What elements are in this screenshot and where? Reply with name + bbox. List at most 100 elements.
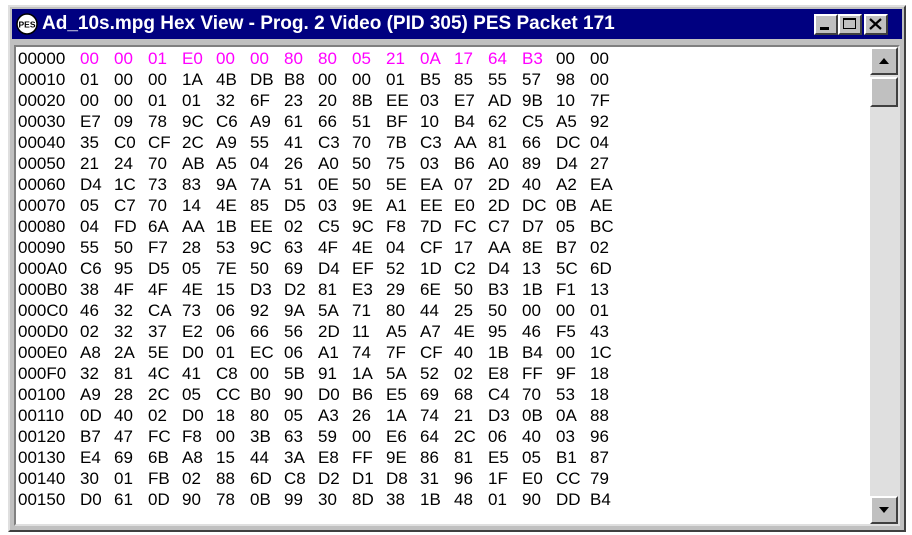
hex-byte[interactable]: CF xyxy=(420,237,454,258)
hex-byte[interactable]: CF xyxy=(420,342,454,363)
hex-byte[interactable]: D7 xyxy=(522,216,556,237)
hex-byte[interactable]: 06 xyxy=(216,300,250,321)
hex-byte[interactable]: 17 xyxy=(454,237,488,258)
hex-byte[interactable]: D1 xyxy=(352,468,386,489)
hex-byte[interactable]: CF xyxy=(148,132,182,153)
hex-byte[interactable]: 95 xyxy=(114,258,148,279)
hex-row[interactable]: 000A0 C6 95 D5 05 7E 50 69 D4 EF 52 1D C2 D4 13 5C 6D xyxy=(18,258,624,279)
hex-byte[interactable]: 0D xyxy=(80,405,114,426)
hex-byte[interactable]: B3 xyxy=(522,48,556,69)
hex-byte[interactable]: 8B xyxy=(352,90,386,111)
hex-byte[interactable]: DB xyxy=(250,69,284,90)
hex-row[interactable]: 00090 55 50 F7 28 53 9C 63 4F 4E 04 CF 17 AA 8E B7 02 xyxy=(18,237,624,258)
hex-byte[interactable]: BF xyxy=(386,111,420,132)
hex-byte[interactable]: 61 xyxy=(114,489,148,510)
hex-byte[interactable]: 10 xyxy=(556,90,590,111)
hex-byte[interactable]: D8 xyxy=(386,468,420,489)
hex-byte[interactable]: AD xyxy=(488,90,522,111)
hex-row[interactable]: 00110 0D 40 02 D0 18 80 05 A3 26 1A 74 21 D3 0B 0A 88 xyxy=(18,405,624,426)
hex-byte[interactable]: D4 xyxy=(318,258,352,279)
hex-byte[interactable]: F1 xyxy=(556,279,590,300)
hex-byte[interactable]: E7 xyxy=(80,111,114,132)
hex-byte[interactable]: 50 xyxy=(488,300,522,321)
hex-byte[interactable]: 81 xyxy=(488,132,522,153)
hex-row[interactable]: 000F0 32 81 4C 41 C8 00 5B 91 1A 5A 52 02 E8 FF 9F 18 xyxy=(18,363,624,384)
hex-byte[interactable]: 61 xyxy=(284,111,318,132)
hex-byte[interactable]: 05 xyxy=(284,405,318,426)
hex-byte[interactable]: EC xyxy=(250,342,284,363)
hex-byte[interactable]: 02 xyxy=(80,321,114,342)
hex-byte[interactable]: 9C xyxy=(250,237,284,258)
hex-byte[interactable]: 41 xyxy=(182,363,216,384)
vertical-scrollbar[interactable] xyxy=(870,47,898,524)
hex-byte[interactable]: EA xyxy=(590,174,624,195)
hex-byte[interactable]: 57 xyxy=(522,69,556,90)
hex-byte[interactable]: 90 xyxy=(522,489,556,510)
hex-byte[interactable]: 5A xyxy=(386,363,420,384)
hex-byte[interactable]: FD xyxy=(114,216,148,237)
hex-byte[interactable]: C2 xyxy=(454,258,488,279)
hex-byte[interactable]: 46 xyxy=(522,321,556,342)
hex-row[interactable]: 000D0 02 32 37 E2 06 66 56 2D 11 A5 A7 4E 95 46 F5 43 xyxy=(18,321,624,342)
hex-byte[interactable]: 66 xyxy=(318,111,352,132)
hex-byte[interactable]: 43 xyxy=(590,321,624,342)
hex-byte[interactable]: B7 xyxy=(80,426,114,447)
hex-byte[interactable]: 00 xyxy=(352,426,386,447)
hex-byte[interactable]: 01 xyxy=(216,342,250,363)
hex-byte[interactable]: 40 xyxy=(114,405,148,426)
hex-byte[interactable]: 2A xyxy=(114,342,148,363)
hex-byte[interactable]: DD xyxy=(556,489,590,510)
hex-byte[interactable]: B4 xyxy=(522,342,556,363)
hex-byte[interactable]: 53 xyxy=(556,384,590,405)
hex-byte[interactable]: 00 xyxy=(114,90,148,111)
hex-byte[interactable]: 51 xyxy=(352,111,386,132)
hex-byte[interactable]: 25 xyxy=(454,300,488,321)
hex-row[interactable]: 00120 B7 47 FC F8 00 3B 63 59 00 E6 64 2C 06 40 03 96 xyxy=(18,426,624,447)
hex-byte[interactable]: 35 xyxy=(80,132,114,153)
hex-byte[interactable]: 02 xyxy=(454,363,488,384)
hex-byte[interactable]: 07 xyxy=(454,174,488,195)
hex-byte[interactable]: D3 xyxy=(488,405,522,426)
hex-byte[interactable]: 29 xyxy=(386,279,420,300)
hex-byte[interactable]: D0 xyxy=(182,342,216,363)
minimize-button[interactable] xyxy=(814,14,838,35)
hex-byte[interactable]: 1A xyxy=(182,69,216,90)
hex-byte[interactable]: 23 xyxy=(284,90,318,111)
hex-byte[interactable]: 28 xyxy=(114,384,148,405)
hex-byte[interactable]: CA xyxy=(148,300,182,321)
hex-byte[interactable]: 00 xyxy=(556,342,590,363)
hex-byte[interactable]: A8 xyxy=(80,342,114,363)
hex-byte[interactable]: 96 xyxy=(590,426,624,447)
hex-byte[interactable]: C5 xyxy=(318,216,352,237)
hex-byte[interactable]: B3 xyxy=(488,279,522,300)
hex-byte[interactable]: 81 xyxy=(454,447,488,468)
hex-byte[interactable]: 01 xyxy=(148,48,182,69)
hex-row[interactable]: 00020 00 00 01 01 32 6F 23 20 8B EE 03 E7 AD 9B 10 7F xyxy=(18,90,624,111)
hex-row[interactable]: 00000 00 00 01 E0 00 00 80 80 05 21 0A 17 64 B3 00 00 xyxy=(18,48,624,69)
hex-byte[interactable]: A2 xyxy=(556,174,590,195)
hex-byte[interactable]: B6 xyxy=(352,384,386,405)
hex-byte[interactable]: 11 xyxy=(352,321,386,342)
hex-byte[interactable]: 01 xyxy=(488,489,522,510)
hex-byte[interactable]: 69 xyxy=(420,384,454,405)
hex-byte[interactable]: A0 xyxy=(318,153,352,174)
hex-byte[interactable]: 88 xyxy=(216,468,250,489)
hex-byte[interactable]: 2C xyxy=(148,384,182,405)
hex-byte[interactable]: 2C xyxy=(182,132,216,153)
hex-byte[interactable]: D4 xyxy=(80,174,114,195)
hex-byte[interactable]: 38 xyxy=(386,489,420,510)
hex-byte[interactable]: CC xyxy=(556,468,590,489)
hex-byte[interactable]: 50 xyxy=(352,153,386,174)
hex-byte[interactable]: 7E xyxy=(216,258,250,279)
hex-byte[interactable]: 7D xyxy=(420,216,454,237)
hex-byte[interactable]: 85 xyxy=(250,195,284,216)
hex-byte[interactable]: C4 xyxy=(488,384,522,405)
hex-byte[interactable]: 6A xyxy=(148,216,182,237)
hex-byte[interactable]: E2 xyxy=(182,321,216,342)
hex-byte[interactable]: 6D xyxy=(590,258,624,279)
hex-byte[interactable]: 02 xyxy=(590,237,624,258)
hex-byte[interactable]: 30 xyxy=(318,489,352,510)
hex-byte[interactable]: 03 xyxy=(420,153,454,174)
hex-byte[interactable]: 79 xyxy=(590,468,624,489)
hex-byte[interactable]: 06 xyxy=(216,321,250,342)
